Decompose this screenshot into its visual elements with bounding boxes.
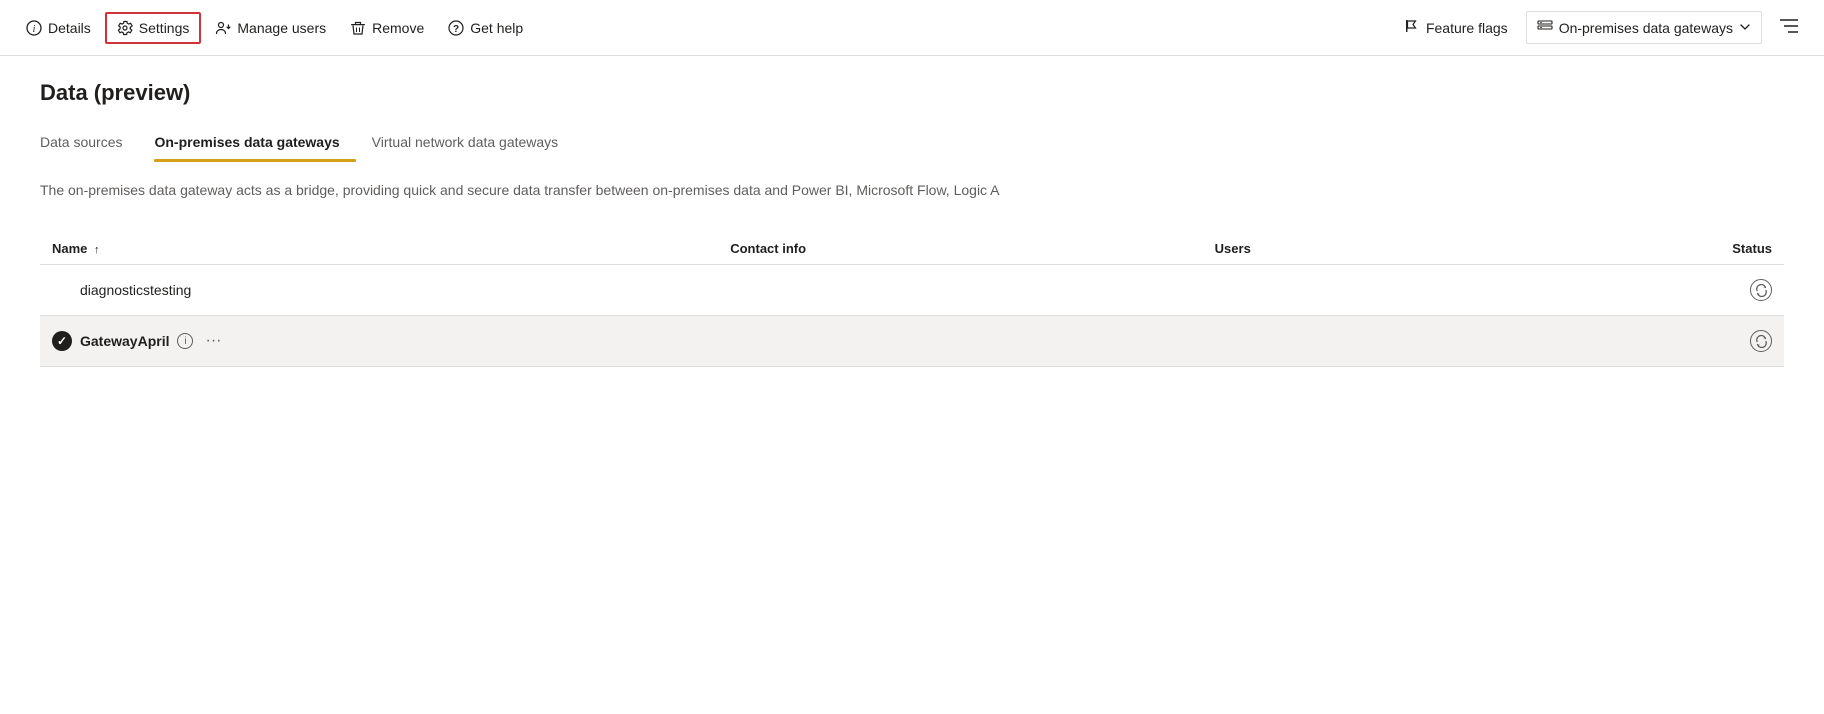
tabs: Data sources On-premises data gateways V… — [40, 126, 1784, 160]
row2-name-content: GatewayApril i ··· — [52, 330, 706, 352]
row2-info-icon[interactable]: i — [177, 333, 193, 349]
table-row[interactable]: diagnosticstesting — [40, 265, 1784, 316]
toolbar-right: Feature flags On-premises data gateways — [1394, 11, 1808, 44]
tab-on-premises[interactable]: On-premises data gateways — [154, 126, 355, 160]
row1-name-content: diagnosticstesting — [52, 280, 706, 300]
row2-more-icon[interactable]: ··· — [201, 330, 225, 352]
feature-flags-icon — [1404, 18, 1420, 37]
toolbar-left: i Details Settings — [16, 12, 1390, 44]
row2-status-cell — [1590, 316, 1784, 367]
feature-flags-label: Feature flags — [1426, 20, 1508, 36]
row2-check-icon — [52, 331, 72, 351]
remove-button[interactable]: Remove — [340, 14, 434, 42]
get-help-button[interactable]: ? Get help — [438, 14, 533, 42]
row1-name-text: diagnosticstesting — [80, 282, 191, 298]
tab-virtual-network[interactable]: Virtual network data gateways — [372, 126, 575, 160]
manage-users-icon — [215, 20, 231, 36]
row1-status-cell — [1590, 265, 1784, 316]
gateway-dropdown-label: On-premises data gateways — [1559, 20, 1733, 36]
hamburger-icon — [1780, 19, 1798, 36]
row1-name-cell: diagnosticstesting — [40, 265, 718, 316]
settings-label: Settings — [139, 20, 190, 36]
col-header-name[interactable]: Name ↑ — [40, 233, 718, 265]
row2-contact-cell — [718, 316, 1202, 367]
more-options-button[interactable] — [1770, 13, 1808, 42]
row2-users-cell — [1203, 316, 1591, 367]
settings-icon — [117, 20, 133, 36]
col-header-users[interactable]: Users — [1203, 233, 1591, 265]
details-button[interactable]: i Details — [16, 14, 101, 42]
table-header-row: Name ↑ Contact info Users Status — [40, 233, 1784, 265]
col-header-status[interactable]: Status — [1590, 233, 1784, 265]
row1-users-cell — [1203, 265, 1591, 316]
chevron-down-icon — [1739, 20, 1751, 36]
details-label: Details — [48, 20, 91, 36]
row2-name-text: GatewayApril — [80, 333, 169, 349]
row2-name-cell: GatewayApril i ··· — [40, 316, 718, 367]
remove-label: Remove — [372, 20, 424, 36]
table-row[interactable]: GatewayApril i ··· — [40, 316, 1784, 367]
feature-flags-button[interactable]: Feature flags — [1394, 12, 1518, 43]
gateway-dropdown-button[interactable]: On-premises data gateways — [1526, 11, 1762, 44]
manage-users-label: Manage users — [237, 20, 326, 36]
row1-check-empty — [52, 280, 72, 300]
details-icon: i — [26, 20, 42, 36]
sort-arrow-icon: ↑ — [94, 244, 100, 256]
row1-refresh-icon — [1750, 279, 1772, 301]
svg-text:i: i — [33, 24, 36, 35]
row2-refresh-icon — [1750, 330, 1772, 352]
page-title: Data (preview) — [40, 80, 1784, 106]
help-icon: ? — [448, 20, 464, 36]
main-content: Data (preview) Data sources On-premises … — [0, 56, 1824, 391]
tab-data-sources[interactable]: Data sources — [40, 126, 138, 160]
manage-users-button[interactable]: Manage users — [205, 14, 336, 42]
toolbar: i Details Settings — [0, 0, 1824, 56]
gateway-icon — [1537, 18, 1553, 37]
get-help-label: Get help — [470, 20, 523, 36]
gateways-table: Name ↑ Contact info Users Status — [40, 233, 1784, 367]
description-text: The on-premises data gateway acts as a b… — [40, 180, 1784, 201]
col-header-contact[interactable]: Contact info — [718, 233, 1202, 265]
row1-contact-cell — [718, 265, 1202, 316]
settings-button[interactable]: Settings — [105, 12, 202, 44]
remove-icon — [350, 20, 366, 36]
svg-text:?: ? — [453, 24, 459, 35]
